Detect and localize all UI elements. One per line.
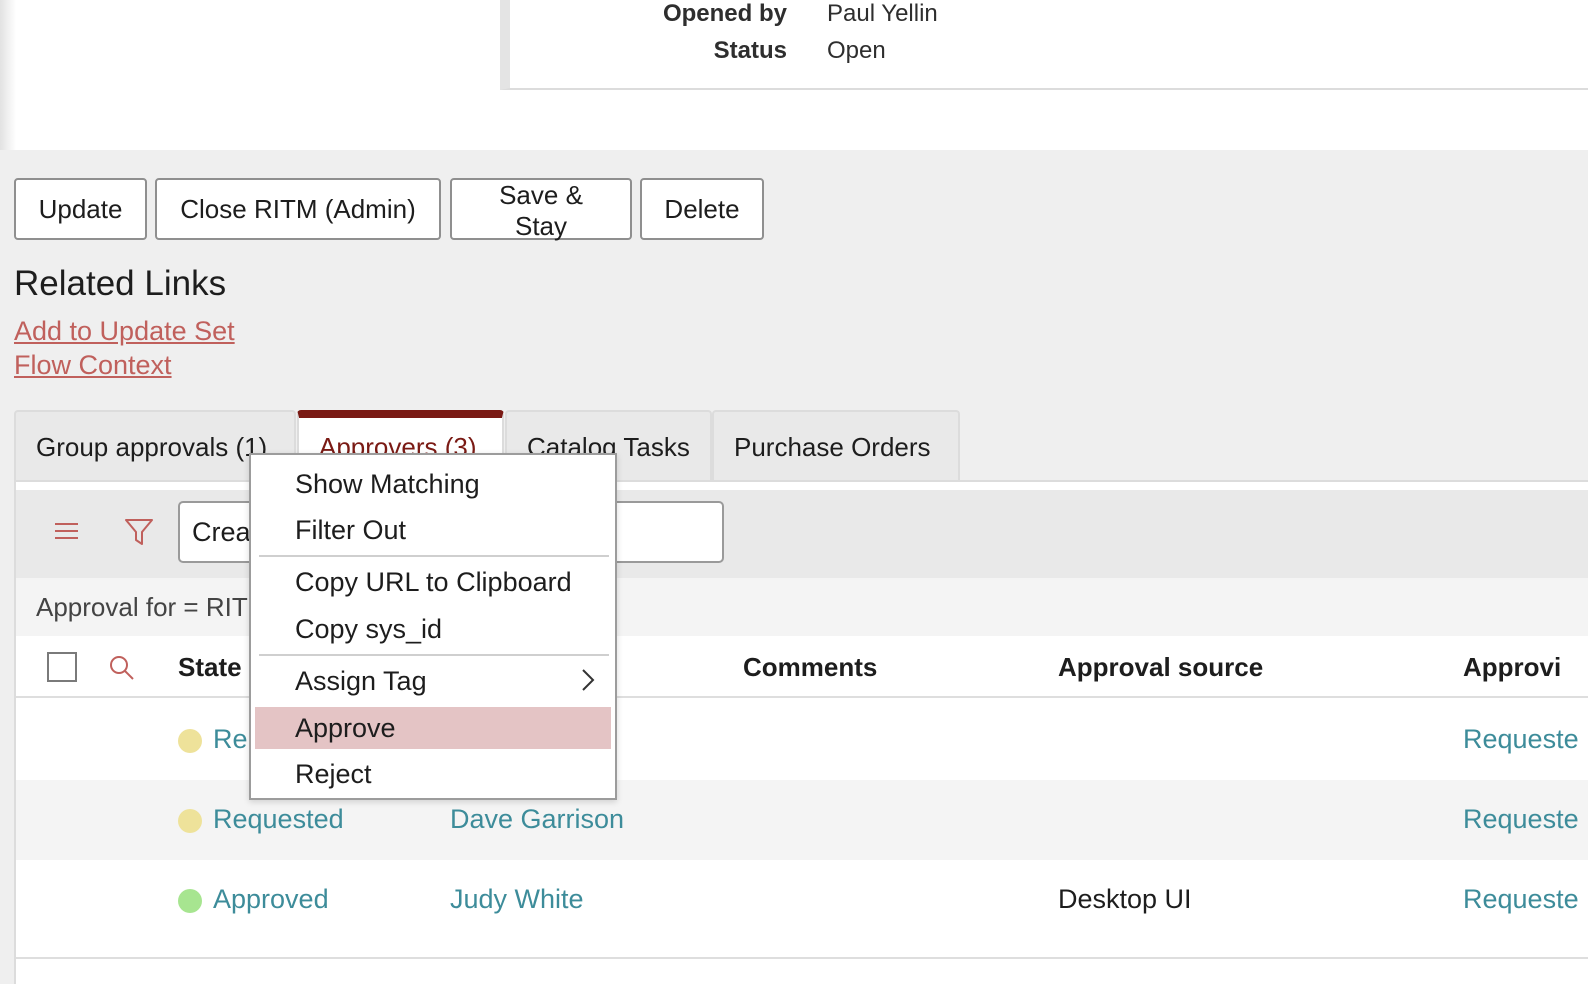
row2-state-link[interactable]: Requested — [213, 804, 344, 835]
menu-item-reject[interactable]: Reject — [255, 753, 611, 795]
menu-item-copy-url[interactable]: Copy URL to Clipboard — [255, 561, 611, 603]
context-menu: Show Matching Filter Out Copy URL to Cli… — [249, 453, 617, 800]
row1-approving-link[interactable]: Requeste — [1463, 724, 1579, 755]
hamburger-icon[interactable] — [54, 520, 80, 542]
row2-approving-link[interactable]: Requeste — [1463, 804, 1579, 835]
row3-approving-link[interactable]: Requeste — [1463, 884, 1579, 915]
field-label-status: Status — [713, 37, 787, 64]
field-value-opened-by: Paul Yellin — [827, 0, 938, 27]
column-header-approving[interactable]: Approvi — [1463, 652, 1561, 683]
update-button[interactable]: Update — [14, 178, 147, 240]
add-to-update-set-link[interactable]: Add to Update Set — [14, 316, 235, 347]
row1-state-link[interactable]: Re — [213, 724, 248, 755]
field-label-opened-by: Opened by — [662, 0, 787, 27]
chevron-right-icon — [581, 668, 595, 699]
row3-approver-link[interactable]: Judy White — [450, 884, 584, 915]
menu-item-copy-sys-id[interactable]: Copy sys_id — [255, 608, 611, 650]
funnel-icon[interactable] — [124, 516, 154, 548]
menu-item-assign-tag-label: Assign Tag — [295, 666, 427, 696]
delete-button[interactable]: Delete — [640, 178, 764, 240]
search-icon[interactable] — [108, 654, 136, 682]
row2-approver-link[interactable]: Dave Garrison — [450, 804, 624, 835]
save-and-stay-button[interactable]: Save & Stay — [450, 178, 632, 241]
close-ritm-admin-button[interactable]: Close RITM (Admin) — [155, 178, 441, 240]
row3-state-link[interactable]: Approved — [213, 884, 329, 915]
menu-separator — [259, 654, 609, 656]
flow-context-link[interactable]: Flow Context — [14, 350, 172, 381]
tab-purchase-orders[interactable]: Purchase Orders — [712, 410, 960, 480]
state-dot-requested — [178, 729, 202, 753]
related-links-title: Related Links — [14, 264, 227, 303]
state-dot-requested — [178, 809, 202, 833]
menu-item-show-matching[interactable]: Show Matching — [255, 463, 611, 505]
table-bottom-divider — [16, 957, 1588, 959]
column-header-state[interactable]: State — [178, 652, 242, 683]
field-value-status: Open — [827, 37, 886, 64]
menu-item-filter-out[interactable]: Filter Out — [255, 509, 611, 551]
breadcrumb[interactable]: Approval for = RIT — [36, 592, 248, 623]
select-all-checkbox[interactable] — [47, 652, 77, 682]
state-dot-approved — [178, 889, 202, 913]
column-header-comments[interactable]: Comments — [743, 652, 877, 683]
column-header-approval-source[interactable]: Approval source — [1058, 652, 1263, 683]
menu-item-approve[interactable]: Approve — [255, 707, 611, 749]
menu-item-assign-tag[interactable]: Assign Tag — [255, 660, 611, 702]
menu-separator — [259, 555, 609, 557]
row3-approval-source: Desktop UI — [1058, 884, 1192, 914]
